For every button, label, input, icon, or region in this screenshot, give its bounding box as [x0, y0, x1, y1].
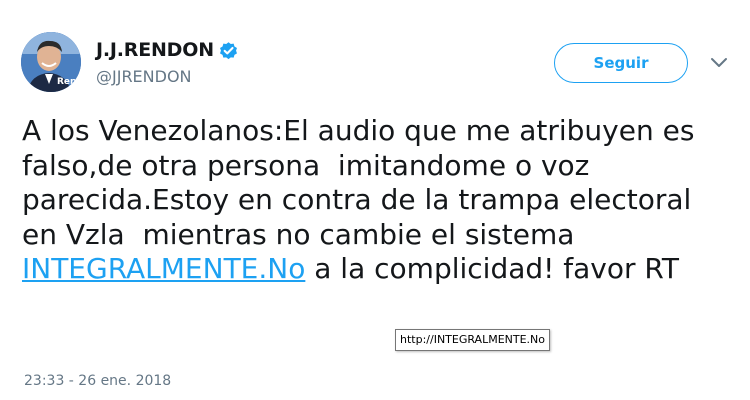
display-name[interactable]: J.J.RENDON [96, 39, 214, 61]
name-row: J.J.RENDON [96, 37, 239, 63]
avatar[interactable]: Rendon [21, 32, 81, 92]
profile-photo-icon: Rendon [21, 32, 81, 92]
user-handle[interactable]: @JJRENDON [96, 67, 239, 86]
link-url-tooltip: http://INTEGRALMENTE.No [395, 329, 551, 351]
tweet-text-before-link: A los Venezolanos:El audio que me atribu… [22, 114, 704, 251]
tweet-link[interactable]: INTEGRALMENTE.No [22, 252, 305, 285]
verified-badge-icon [218, 40, 239, 61]
tweet-timestamp[interactable]: 23:33 - 26 ene. 2018 [24, 373, 171, 389]
author-block: J.J.RENDON @JJRENDON [96, 37, 239, 86]
follow-button[interactable]: Seguir [554, 43, 688, 83]
avatar-overlay-text: Rendon [57, 77, 81, 87]
tweet-text: A los Venezolanos:El audio que me atribu… [22, 114, 722, 287]
chevron-down-icon[interactable] [710, 56, 728, 68]
tweet-text-after-link: a la complicidad! favor RT [305, 252, 679, 286]
